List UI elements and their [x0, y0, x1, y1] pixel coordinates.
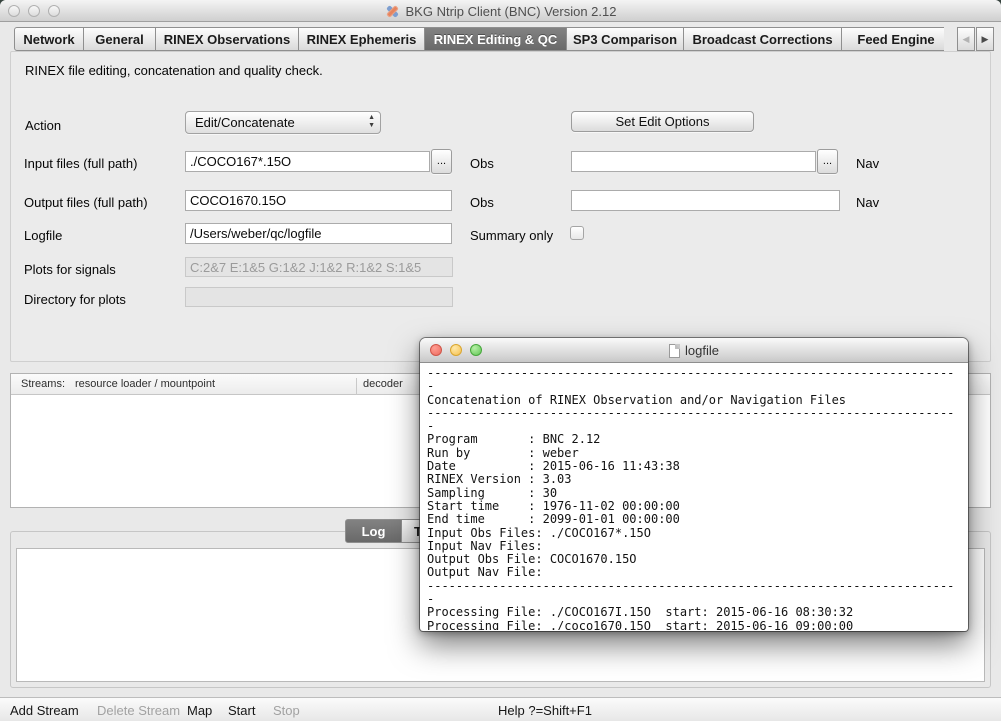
tab-scroll-right-icon[interactable]: ▶ [976, 27, 994, 51]
log-line: Start time : 1976-11-02 00:00:00 [427, 500, 961, 513]
column-decoder[interactable]: decoder [363, 378, 403, 390]
logfile-window-title: logfile [685, 343, 719, 358]
input-obs-side-label: Obs [470, 156, 494, 171]
tab-rinex-ephemeris[interactable]: RINEX Ephemeris [298, 27, 425, 51]
tab-broadcast-corrections[interactable]: Broadcast Corrections [683, 27, 842, 51]
plots-dir-field [185, 287, 453, 307]
log-line: - [427, 380, 961, 393]
summary-only-label: Summary only [470, 228, 553, 243]
stop-button[interactable]: Stop [273, 703, 300, 718]
log-line: Output Nav File: [427, 566, 961, 579]
logfile-content[interactable]: ----------------------------------------… [421, 364, 967, 630]
logfile-title-area: logfile [420, 338, 968, 363]
main-window: BKG Ntrip Client (BNC) Version 2.12 Netw… [0, 0, 1001, 721]
bottom-toolbar: Add Stream Delete Stream Map Start Stop … [0, 697, 1001, 721]
panel-description: RINEX file editing, concatenation and qu… [25, 63, 323, 78]
streams-header-label: Streams: [21, 378, 65, 390]
tab-network[interactable]: Network [14, 27, 84, 51]
log-line: ----------------------------------------… [427, 580, 961, 593]
plots-signals-field [185, 257, 453, 277]
output-files-label: Output files (full path) [24, 195, 148, 210]
title-bar: BKG Ntrip Client (BNC) Version 2.12 [0, 0, 1001, 22]
tab-general[interactable]: General [83, 27, 156, 51]
logfile-window[interactable]: logfile --------------------------------… [420, 338, 968, 631]
set-edit-options-button[interactable]: Set Edit Options [571, 111, 754, 132]
logfile-field[interactable] [185, 223, 452, 244]
tab-rinex-editing-qc[interactable]: RINEX Editing & QC [424, 27, 567, 51]
rinex-editing-panel: RINEX file editing, concatenation and qu… [10, 51, 991, 362]
delete-stream-button[interactable]: Delete Stream [97, 703, 180, 718]
log-line: Sampling : 30 [427, 487, 961, 500]
help-shortcut-label: Help ?=Shift+F1 [498, 703, 592, 718]
dropdown-stepper-icon: ▲▼ [368, 114, 375, 130]
bnc-app-icon [385, 4, 400, 19]
input-nav-browse-button[interactable]: ... [817, 149, 838, 174]
tab-log[interactable]: Log [345, 519, 402, 543]
log-line: Date : 2015-06-16 11:43:38 [427, 460, 961, 473]
logfile-label: Logfile [24, 228, 62, 243]
log-line: Program : BNC 2.12 [427, 433, 961, 446]
tab-rinex-observations[interactable]: RINEX Observations [155, 27, 299, 51]
input-obs-field[interactable] [185, 151, 430, 172]
output-obs-side-label: Obs [470, 195, 494, 210]
log-line: Output Obs File: COCO1670.15O [427, 553, 961, 566]
tab-bar: Network General RINEX Observations RINEX… [14, 27, 944, 51]
document-icon [669, 344, 680, 358]
column-divider [356, 378, 357, 395]
log-line: Concatenation of RINEX Observation and/o… [427, 394, 961, 407]
input-obs-browse-button[interactable]: ... [431, 149, 452, 174]
tab-scroll-left-icon[interactable]: ◀ [957, 27, 975, 51]
tab-sp3-comparison[interactable]: SP3 Comparison [566, 27, 684, 51]
action-label: Action [25, 118, 61, 133]
plots-dir-label: Directory for plots [24, 292, 126, 307]
output-nav-field[interactable] [571, 190, 840, 211]
input-nav-field[interactable] [571, 151, 816, 172]
summary-only-checkbox[interactable] [570, 226, 584, 240]
map-button[interactable]: Map [187, 703, 212, 718]
plots-signals-label: Plots for signals [24, 262, 116, 277]
window-title-area: BKG Ntrip Client (BNC) Version 2.12 [0, 0, 1001, 22]
logfile-title-bar[interactable]: logfile [420, 338, 968, 363]
action-dropdown-value: Edit/Concatenate [195, 115, 295, 130]
log-line: ----------------------------------------… [427, 407, 961, 420]
input-nav-side-label: Nav [856, 156, 879, 171]
log-line: Input Nav Files: [427, 540, 961, 553]
add-stream-button[interactable]: Add Stream [10, 703, 79, 718]
tab-feed-engine[interactable]: Feed Engine [841, 27, 944, 51]
action-dropdown[interactable]: Edit/Concatenate ▲▼ [185, 111, 381, 134]
log-line: Processing File: ./COCO167I.15O start: 2… [427, 606, 961, 619]
log-line: Processing File: ./coco1670.15O start: 2… [427, 620, 961, 630]
log-line: - [427, 593, 961, 606]
log-line: Input Obs Files: ./COCO167*.15O [427, 527, 961, 540]
window-title: BKG Ntrip Client (BNC) Version 2.12 [406, 4, 617, 19]
column-mountpoint[interactable]: resource loader / mountpoint [75, 378, 215, 390]
output-obs-field[interactable] [185, 190, 452, 211]
input-files-label: Input files (full path) [24, 156, 137, 171]
log-line: RINEX Version : 3.03 [427, 473, 961, 486]
start-button[interactable]: Start [228, 703, 255, 718]
log-line: - [427, 420, 961, 433]
output-nav-side-label: Nav [856, 195, 879, 210]
log-line: End time : 2099-01-01 00:00:00 [427, 513, 961, 526]
log-line: Run by : weber [427, 447, 961, 460]
log-line: ----------------------------------------… [427, 367, 961, 380]
